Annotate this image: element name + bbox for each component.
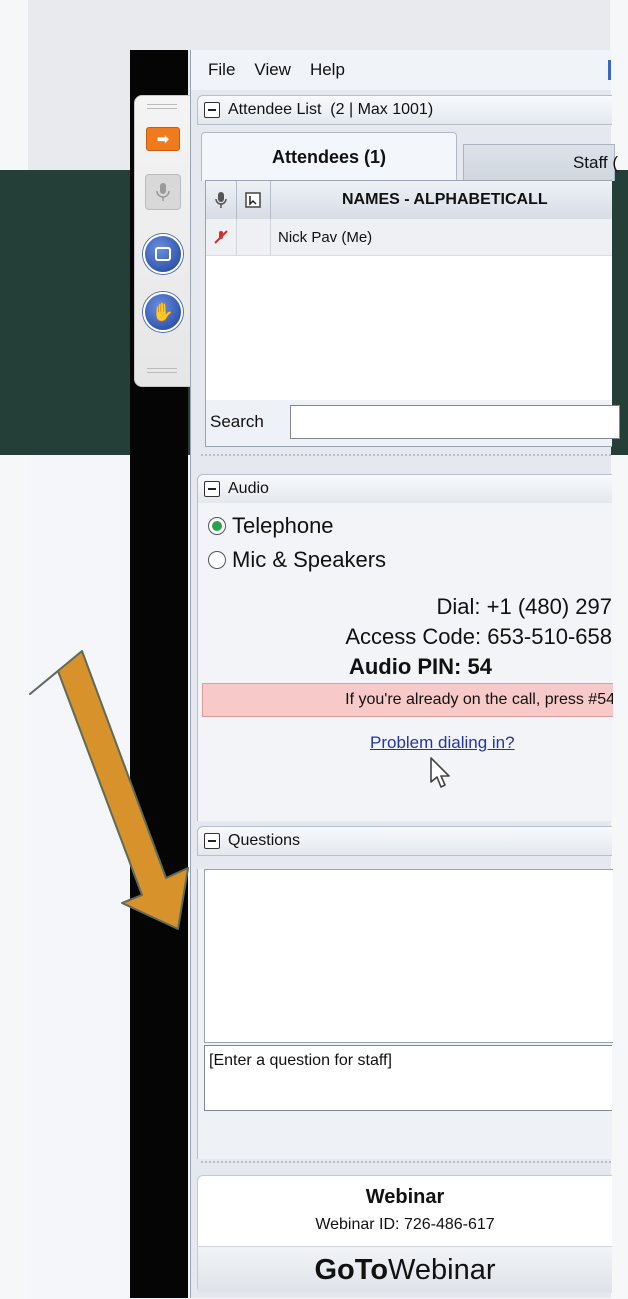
questions-section-header[interactable]: Questions — [197, 826, 612, 856]
names-column-header[interactable]: NAMES - ALPHABETICALL — [270, 181, 612, 219]
divider[interactable] — [201, 454, 611, 456]
tab-staff[interactable]: Staff ( — [463, 144, 618, 181]
attendee-name: Nick Pav (Me) — [278, 228, 373, 246]
webinar-footer: Webinar Webinar ID: 726-486-617 GoToWebi… — [197, 1175, 612, 1293]
attendee-section-header[interactable]: Attendee List (2 | Max 1001) — [197, 95, 612, 125]
collapse-button[interactable]: ➡ — [143, 124, 183, 154]
menu-view[interactable]: View — [254, 60, 291, 80]
tab-attendees[interactable]: Attendees (1) — [201, 132, 457, 181]
menu-file[interactable]: File — [208, 60, 235, 80]
already-on-call-notice: If you're already on the call, press #54 — [202, 683, 613, 717]
radio-telephone[interactable]: Telephone — [208, 513, 334, 539]
dial-line: Dial: +1 (480) 297 — [436, 594, 612, 620]
logo-light: Webinar — [388, 1254, 496, 1286]
access-code-line: Access Code: 653-510-658 — [345, 624, 612, 650]
attendee-tabs: Attendees (1) Staff ( — [201, 132, 618, 181]
webinar-id: Webinar ID: 726-486-617 — [315, 1216, 495, 1233]
cursor-icon — [430, 757, 450, 788]
microphone-button[interactable] — [143, 172, 183, 212]
already-on-call-text: If you're already on the call, press #54 — [345, 691, 613, 708]
search-input[interactable] — [290, 405, 620, 439]
menu-bar: File View Help — [191, 50, 611, 90]
control-rail: ➡ ✋ — [134, 95, 192, 387]
questions-log — [204, 869, 613, 1043]
row-screen-cell — [236, 219, 271, 255]
radio-telephone-label: Telephone — [232, 513, 334, 538]
mic-column-header[interactable] — [206, 181, 237, 219]
screen-share-icon — [245, 192, 261, 208]
menu-edge-marker — [608, 60, 611, 80]
raise-hand-icon: ✋ — [143, 292, 183, 332]
problem-dialing-link[interactable]: Problem dialing in? — [370, 733, 515, 753]
minus-icon[interactable] — [204, 102, 220, 118]
webinar-panel: File View Help Attendee List (2 | Max 10… — [190, 50, 620, 1298]
access-value: 653-510-658 — [487, 624, 612, 649]
screen-column-header[interactable] — [236, 181, 271, 219]
questions-panel: [Enter a question for staff] — [197, 869, 613, 1159]
radio-mic-speakers[interactable]: Mic & Speakers — [208, 547, 386, 573]
audio-panel: Telephone Mic & Speakers Dial: +1 (480) … — [197, 503, 613, 821]
attendee-list-header: NAMES - ALPHABETICALL — [206, 181, 612, 220]
attendee-list: NAMES - ALPHABETICALL Nick Pav (Me) — [205, 180, 612, 402]
audio-pin-line: Audio PIN: 54 — [349, 654, 492, 680]
audio-section-header[interactable]: Audio — [197, 474, 612, 504]
arrow-right-icon: ➡ — [146, 127, 180, 151]
minus-icon[interactable] — [204, 833, 220, 849]
microphone-icon — [145, 174, 181, 210]
access-label: Access Code: — [345, 624, 482, 649]
radio-selected-icon — [208, 517, 226, 535]
gotowebinar-logo: GoToWebinar — [198, 1246, 612, 1293]
attendee-section-title: Attendee List (2 | Max 1001) — [228, 101, 434, 118]
screen-button[interactable] — [143, 234, 183, 274]
question-input[interactable]: [Enter a question for staff] — [204, 1045, 612, 1111]
tab-attendees-label: Attendees (1) — [271, 146, 387, 167]
mute-icon[interactable] — [206, 219, 237, 255]
names-column-label: NAMES - ALPHABETICALL — [342, 191, 548, 208]
pin-value: 54 — [467, 654, 492, 679]
menu-help[interactable]: Help — [310, 60, 345, 80]
divider[interactable] — [201, 1161, 611, 1163]
questions-section-title: Questions — [228, 832, 301, 849]
microphone-icon — [215, 192, 227, 208]
tab-staff-label: Staff ( — [572, 153, 618, 172]
dial-value: +1 (480) 297 — [486, 594, 612, 619]
audio-section-title: Audio — [228, 480, 269, 497]
raise-hand-button[interactable]: ✋ — [143, 292, 183, 332]
webinar-title: Webinar — [365, 1186, 445, 1208]
rail-grip-top[interactable] — [147, 104, 177, 109]
radio-unselected-icon — [208, 551, 226, 569]
list-item[interactable]: Nick Pav (Me) — [206, 219, 612, 256]
search-row: Search — [205, 400, 620, 447]
pin-label: Audio PIN: — [348, 654, 462, 679]
logo-bold: GoTo — [314, 1254, 389, 1286]
rail-grip-bottom[interactable] — [147, 368, 177, 373]
screen-icon — [143, 234, 183, 274]
minus-icon[interactable] — [204, 481, 220, 497]
search-label: Search — [210, 412, 264, 431]
dial-label: Dial: — [436, 594, 481, 619]
radio-mic-label: Mic & Speakers — [232, 547, 387, 572]
